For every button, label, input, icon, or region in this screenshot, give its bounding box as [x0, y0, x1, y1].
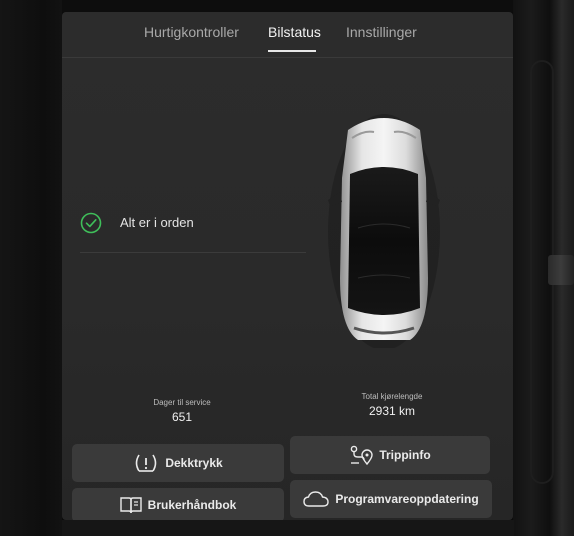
interior-knob	[548, 255, 574, 285]
service-value: 651	[171, 410, 193, 424]
tire-pressure-label: Dekktrykk	[165, 456, 223, 470]
active-tab-indicator	[268, 50, 316, 52]
software-update-label: Programvareoppdatering	[335, 492, 479, 506]
tire-pressure-button[interactable]: Dekktrykk	[72, 444, 284, 482]
software-update-button[interactable]: Programvareoppdatering	[290, 480, 492, 518]
mileage-label: Total kjørelengde	[361, 392, 423, 401]
tab-bar: Hurtigkontroller Bilstatus Innstillinger	[62, 12, 513, 58]
screen-bezel-left	[0, 0, 62, 536]
cloud-icon	[303, 491, 330, 507]
tab-bilstatus[interactable]: Bilstatus	[268, 24, 321, 40]
status-divider	[80, 252, 306, 253]
mileage-info: Total kjørelengde 2931 km	[342, 392, 442, 418]
infotainment-screen: Hurtigkontroller Bilstatus Innstillinger…	[62, 12, 513, 520]
mileage-value: 2931 km	[368, 404, 416, 418]
book-icon	[119, 497, 142, 514]
screen-bezel-top	[0, 0, 574, 12]
screen-bezel-bottom	[62, 520, 514, 536]
tire-pressure-warning-icon	[136, 454, 157, 472]
tab-hurtigkontroller[interactable]: Hurtigkontroller	[144, 24, 239, 40]
tab-divider	[62, 57, 513, 58]
service-info: Dager til service 651	[132, 398, 232, 424]
route-icon	[351, 445, 374, 466]
owners-manual-label: Brukerhåndbok	[147, 498, 237, 512]
trip-info-button[interactable]: Trippinfo	[290, 436, 490, 474]
car-top-view-image	[328, 114, 440, 348]
tab-innstillinger[interactable]: Innstillinger	[346, 24, 417, 40]
status-text: Alt er i orden	[120, 215, 194, 230]
owners-manual-button[interactable]: Brukerhåndbok	[72, 488, 284, 520]
service-label: Dager til service	[153, 398, 211, 407]
trip-info-label: Trippinfo	[379, 448, 431, 462]
check-circle-icon	[80, 212, 102, 234]
